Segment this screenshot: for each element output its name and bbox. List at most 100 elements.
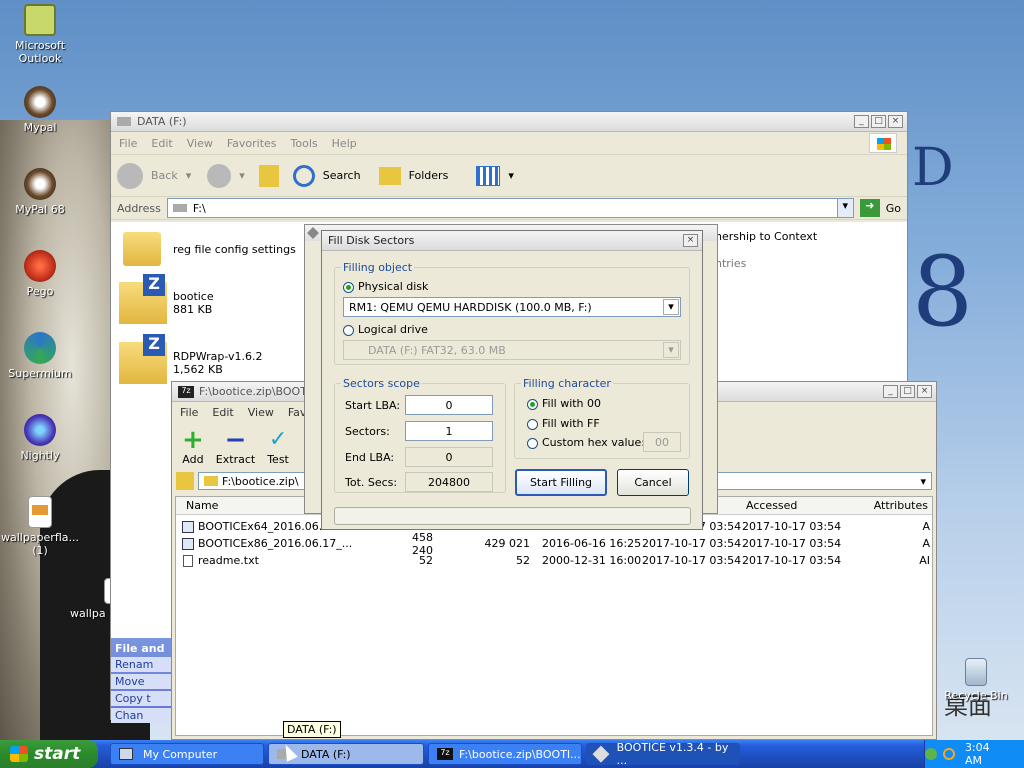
folders-icon[interactable]: [378, 166, 401, 185]
desktop-icon-pego[interactable]: Pego: [0, 250, 82, 298]
task-label: DATA (F:): [301, 747, 351, 761]
start-label: start: [34, 744, 81, 764]
minimize-button[interactable]: _: [883, 385, 898, 398]
physical-disk-label: Physical disk: [358, 280, 429, 293]
task-rename[interactable]: Renam: [111, 657, 173, 672]
desktop-icon-supermium[interactable]: Supermium: [0, 332, 82, 380]
file-item-rdpwrap[interactable]: Z RDPWrap-v1.6.2 1,562 KB: [119, 334, 263, 384]
go-arrow-icon[interactable]: ➜: [859, 199, 880, 217]
folder-icon: [204, 476, 218, 486]
physical-disk-radio[interactable]: Physical disk: [343, 280, 428, 293]
search-button-label[interactable]: Search: [323, 169, 361, 182]
back-dropdown-icon[interactable]: ▾: [186, 169, 192, 182]
logical-drive-select[interactable]: DATA (F:) FAT32, 63.0 MB ▾: [343, 340, 681, 360]
desktop-icon-wallpaper[interactable]: wallpaperfla... (1): [0, 496, 82, 557]
custom-hex-input[interactable]: 00: [643, 432, 681, 452]
maximize-button[interactable]: □: [871, 115, 886, 128]
task-bootice[interactable]: BOOTICE v1.3.4 - by ...: [586, 741, 740, 767]
task-my-computer[interactable]: My Computer: [110, 743, 264, 765]
logical-drive-radio[interactable]: Logical drive: [343, 323, 428, 336]
desktop-icon-mypal68[interactable]: MyPal 68: [0, 168, 82, 216]
start-button[interactable]: start: [0, 740, 98, 768]
menu-edit[interactable]: Edit: [151, 137, 172, 150]
task-sevenzip[interactable]: 7z F:\bootice.zip\BOOTI...: [428, 743, 582, 765]
radio-selected-icon: [343, 281, 354, 293]
sevenzip-path-dropdown[interactable]: ▾: [712, 472, 932, 490]
menu-file[interactable]: File: [180, 406, 198, 419]
task-change[interactable]: Chan: [111, 708, 173, 723]
search-tray-icon[interactable]: [942, 748, 955, 760]
custom-hex-radio[interactable]: Custom hex value:: [527, 436, 645, 449]
sevenzip-app-icon: 7z: [178, 385, 194, 398]
menu-favorites[interactable]: Favorites: [227, 137, 277, 150]
menu-edit[interactable]: Edit: [212, 406, 233, 419]
minimize-button[interactable]: _: [854, 115, 869, 128]
menu-view[interactable]: View: [248, 406, 274, 419]
desktop-icon-recycle-bin[interactable]: Recycle Bin: [932, 658, 1020, 702]
search-icon[interactable]: [292, 164, 315, 187]
menu-view[interactable]: View: [187, 137, 213, 150]
chevron-down-icon: ▾: [663, 342, 679, 358]
filling-character-group: Filling character Fill with 00 Fill with…: [514, 377, 690, 459]
forward-dropdown-icon[interactable]: ▾: [239, 169, 245, 182]
up-folder-icon[interactable]: [258, 164, 279, 187]
address-input[interactable]: F:\ ▾: [166, 198, 854, 218]
clock[interactable]: 3:04 AM: [965, 741, 1010, 767]
end-lba-field: 0: [405, 447, 493, 467]
add-button[interactable]: + Add: [182, 427, 204, 466]
back-arrow-icon[interactable]: [117, 162, 143, 189]
desktop-icon-label: MyPal 68: [15, 203, 65, 216]
maximize-button[interactable]: □: [900, 385, 915, 398]
desktop-icon-label: Pego: [26, 285, 54, 298]
menu-file[interactable]: File: [119, 137, 137, 150]
task-move[interactable]: Move: [111, 674, 173, 689]
task-copy[interactable]: Copy t: [111, 691, 173, 706]
go-button[interactable]: Go: [886, 202, 901, 215]
desktop-icon-nightly[interactable]: Nightly: [0, 414, 82, 462]
table-row[interactable]: BOOTICEx86_2016.06.17_... 458 240 429 02…: [176, 531, 932, 557]
explorer-titlebar[interactable]: DATA (F:) _ □ ×: [111, 112, 907, 132]
tot-secs-value: 204800: [428, 475, 470, 489]
close-button[interactable]: ×: [683, 234, 698, 247]
views-dropdown-icon[interactable]: ▾: [508, 169, 514, 182]
views-icon[interactable]: [476, 165, 501, 186]
close-button[interactable]: ×: [917, 385, 932, 398]
folder-icon: [123, 232, 161, 266]
menu-tools[interactable]: Tools: [291, 137, 318, 150]
cancel-label: Cancel: [634, 476, 672, 489]
back-button-label[interactable]: Back: [151, 169, 178, 182]
filling-character-label: Filling character: [521, 377, 613, 390]
column-accessed[interactable]: Accessed: [746, 499, 797, 512]
fill-00-radio[interactable]: Fill with 00: [527, 397, 601, 410]
menu-help[interactable]: Help: [332, 137, 357, 150]
row-packed: 52: [516, 554, 530, 567]
folders-button-label[interactable]: Folders: [409, 169, 449, 182]
column-attributes[interactable]: Attributes: [874, 499, 928, 512]
start-filling-button[interactable]: Start Filling: [515, 469, 607, 496]
file-item-folder[interactable]: reg file config settings: [123, 232, 296, 266]
disk-select[interactable]: RM1: QEMU QEMU HARDDISK (100.0 MB, F:) ▾: [343, 297, 681, 317]
test-button[interactable]: ✓ Test: [267, 427, 289, 466]
sectors-input[interactable]: 1: [405, 421, 493, 441]
column-name[interactable]: Name: [186, 499, 218, 512]
cancel-button[interactable]: Cancel: [617, 469, 689, 496]
table-row[interactable]: readme.txt 52 52 2000-12-31 16:00 2017-1…: [176, 552, 932, 569]
desktop-icon-outlook[interactable]: Microsoft Outlook: [0, 4, 82, 65]
sevenzip-path-input[interactable]: F:\bootice.zip\: [198, 472, 318, 490]
pego-icon: [24, 250, 56, 282]
fill-ff-radio[interactable]: Fill with FF: [527, 417, 600, 430]
test-label: Test: [267, 453, 289, 466]
up-folder-icon[interactable]: [176, 472, 194, 490]
file-item-bootice[interactable]: Z bootice 881 KB: [119, 274, 214, 324]
start-lba-input[interactable]: 0: [405, 395, 493, 415]
close-button[interactable]: ×: [888, 115, 903, 128]
mypal68-icon: [24, 168, 56, 200]
explorer-menubar: File Edit View Favorites Tools Help: [111, 132, 907, 154]
extract-button[interactable]: − Extract: [216, 427, 255, 466]
forward-arrow-icon[interactable]: [207, 163, 232, 188]
address-dropdown-icon[interactable]: ▾: [836, 199, 853, 217]
desktop-icon-mypal[interactable]: Mypal: [0, 86, 82, 134]
dialog-titlebar[interactable]: Fill Disk Sectors ×: [322, 231, 702, 251]
network-icon[interactable]: [925, 748, 937, 760]
logical-select-value: DATA (F:) FAT32, 63.0 MB: [368, 343, 506, 357]
